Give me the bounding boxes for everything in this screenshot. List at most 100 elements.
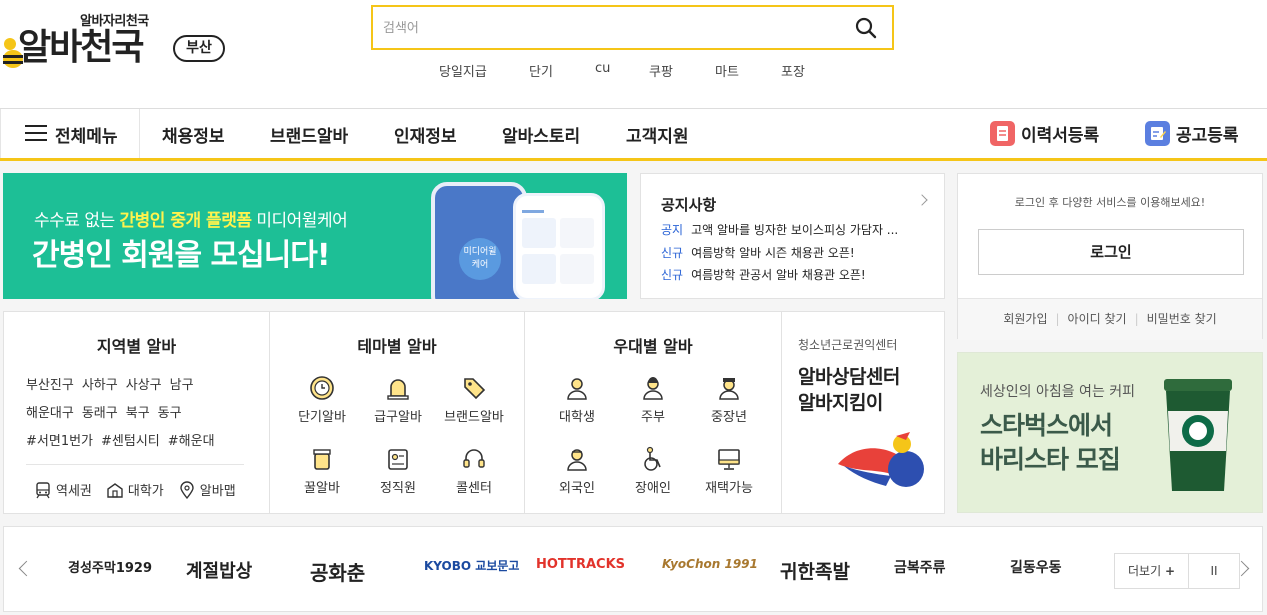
theme-title: 테마별 알바: [357, 337, 437, 356]
starbucks-ad-banner[interactable]: 세상인의 아침을 여는 커피 스타벅스에서 바리스타 모집: [957, 352, 1263, 513]
region-link-row: 해운대구 동래구 북구 동구: [26, 402, 190, 421]
login-button[interactable]: 로그인: [978, 229, 1244, 275]
resume-register-label: 이력서등록: [1021, 126, 1100, 146]
resume-register-button[interactable]: 이력서등록: [990, 121, 1099, 146]
job-post-button[interactable]: 공고등록: [1145, 121, 1239, 146]
all-menu-button[interactable]: 전체메뉴: [0, 109, 140, 158]
brand-logo[interactable]: HOTTRACKS: [536, 557, 625, 572]
brand-carousel: 경성주막1929 계절밥상 공화춘 KYOBO 교보문고 HOTTRACKS K…: [3, 526, 1263, 612]
prefer-middle-aged[interactable]: 중장년: [689, 374, 769, 425]
region-link[interactable]: 동래구: [82, 406, 118, 421]
brand-logo[interactable]: 금복주류: [894, 557, 946, 577]
region-hashtag-row: #서면1번가 #센텀시티 #해운대: [26, 430, 223, 449]
popular-keywords: 당일지급 단기 cu 쿠팡 마트 포장: [420, 61, 840, 81]
preference-title: 우대별 알바: [613, 337, 693, 356]
divider: [26, 464, 244, 465]
region-link[interactable]: 사하구: [82, 378, 118, 393]
theme-callcenter[interactable]: 콜센터: [434, 445, 514, 496]
school-icon: [107, 482, 123, 498]
region-link[interactable]: 부산진구: [26, 378, 74, 393]
region-section: 지역별 알바 부산진구 사하구 사상구 남구 해운대구 동래구 북구 동구 #서면1번가 #센…: [4, 312, 270, 513]
notice-item[interactable]: 신규 여름방학 알바 시즌 채용관 오픈!: [661, 244, 931, 261]
phone-illustration: [513, 193, 605, 299]
brand-logo[interactable]: 귀한족발: [780, 557, 850, 584]
nav-item-brand[interactable]: 브랜드알바: [270, 122, 348, 147]
headset-icon: [463, 449, 485, 468]
theme-honey[interactable]: 꿀알바: [282, 445, 362, 496]
signup-link[interactable]: 회원가입: [1003, 312, 1047, 326]
prefer-foreigner[interactable]: 외국인: [537, 445, 617, 496]
keyword-link[interactable]: cu: [595, 61, 610, 76]
monitor-icon: [718, 449, 740, 470]
honey-jar-icon: [313, 449, 331, 470]
brand-logo[interactable]: 계절밥상: [186, 557, 252, 583]
region-hashtag[interactable]: #해운대: [168, 434, 215, 449]
region-hashtag[interactable]: #서면1번가: [26, 434, 93, 449]
search-box: [371, 5, 894, 50]
brand-logo[interactable]: 공화춘: [310, 557, 365, 586]
prefer-homemaker[interactable]: 주부: [613, 374, 693, 425]
keyword-link[interactable]: 단기: [529, 61, 553, 80]
search-input[interactable]: [383, 16, 823, 40]
prefer-remote[interactable]: 재택가능: [689, 445, 769, 496]
middle-aged-icon: [719, 378, 739, 400]
prefer-student[interactable]: 대학생: [537, 374, 617, 425]
theme-brand[interactable]: 브랜드알바: [434, 374, 514, 425]
coffee-cup-icon: [1164, 379, 1232, 491]
more-brands-button[interactable]: 더보기 +: [1115, 554, 1189, 588]
homemaker-icon: [643, 377, 663, 400]
hero-mascot-icon: [838, 432, 924, 487]
prefer-disabled[interactable]: 장애인: [613, 445, 693, 496]
counsel-center-banner[interactable]: 청소년근로권익센터 알바상담센터 알바지킴이: [784, 312, 944, 513]
site-logo[interactable]: 알바자리천국 알바천국 부산: [2, 8, 232, 78]
brand-logo[interactable]: 길동우동: [1010, 557, 1062, 577]
keyword-link[interactable]: 포장: [781, 61, 805, 80]
pause-button[interactable]: II: [1189, 554, 1239, 588]
nav-item-story[interactable]: 알바스토리: [502, 122, 580, 147]
region-tools: 역세권 대학가 알바맵: [34, 480, 236, 499]
nav-item-jobs[interactable]: 채용정보: [162, 122, 225, 147]
region-link[interactable]: 사상구: [126, 378, 162, 393]
region-hashtag[interactable]: #센텀시티: [101, 434, 160, 449]
keyword-link[interactable]: 마트: [715, 61, 739, 80]
find-password-link[interactable]: 비밀번호 찾기: [1147, 312, 1217, 326]
region-link[interactable]: 동구: [158, 406, 182, 421]
chevron-left-icon[interactable]: [18, 560, 35, 577]
subway-area-button[interactable]: 역세권: [34, 480, 92, 499]
chevron-right-icon[interactable]: [916, 194, 928, 206]
notice-item[interactable]: 공지 고액 알바를 빙자한 보이스피싱 가담자 ...: [661, 221, 931, 238]
nav-item-support[interactable]: 고객지원: [626, 122, 689, 147]
region-link[interactable]: 북구: [126, 406, 150, 421]
region-badge[interactable]: 부산: [173, 35, 225, 62]
all-menu-label: 전체메뉴: [55, 127, 118, 147]
search-icon[interactable]: [854, 16, 878, 40]
id-card-icon: [388, 449, 408, 470]
phone-app-label: 미디어윌 케어: [459, 238, 501, 280]
banner-title: 간병인 회원을 모십니다!: [32, 238, 331, 273]
main-banner[interactable]: 수수료 없는 간병인 중개 플랫폼 미디어윌케어 간병인 회원을 모십니다! 미…: [3, 173, 627, 299]
nav-item-talent[interactable]: 인재정보: [394, 122, 457, 147]
main-navigation: 전체메뉴 채용정보 브랜드알바 인재정보 알바스토리 고객지원 이력서등록 공고…: [0, 108, 1267, 161]
ad-title: 스타벅스에서 바리스타 모집: [980, 411, 1121, 474]
brand-logo[interactable]: KYOBO 교보문고: [424, 557, 519, 574]
theme-short-term[interactable]: 단기알바: [282, 374, 362, 425]
notice-item[interactable]: 신규 여름방학 관공서 알바 채용관 오픈!: [661, 266, 931, 283]
theme-urgent[interactable]: 급구알바: [358, 374, 438, 425]
job-map-button[interactable]: 알바맵: [178, 480, 236, 499]
theme-fulltime[interactable]: 정직원: [358, 445, 438, 496]
find-id-link[interactable]: 아이디 찾기: [1068, 312, 1127, 326]
keyword-link[interactable]: 당일지급: [439, 61, 487, 80]
region-link[interactable]: 해운대구: [26, 406, 74, 421]
notice-title[interactable]: 공지사항: [661, 194, 716, 215]
campus-area-button[interactable]: 대학가: [106, 480, 164, 499]
brand-logo[interactable]: 경성주막1929: [68, 557, 152, 576]
clock-icon: [310, 376, 334, 400]
resume-icon: [990, 121, 1015, 146]
map-pin-icon: [180, 480, 194, 499]
region-link[interactable]: 남구: [170, 378, 194, 393]
counsel-title: 알바상담센터 알바지킴이: [798, 366, 900, 414]
login-panel: 로그인 후 다양한 서비스를 이용해보세요! 로그인 회원가입 | 아이디 찾기 | 비…: [957, 173, 1263, 340]
counsel-subtitle: 청소년근로권익센터: [798, 338, 898, 352]
brand-logo[interactable]: KyoChon 1991: [662, 557, 758, 571]
keyword-link[interactable]: 쿠팡: [649, 61, 673, 80]
